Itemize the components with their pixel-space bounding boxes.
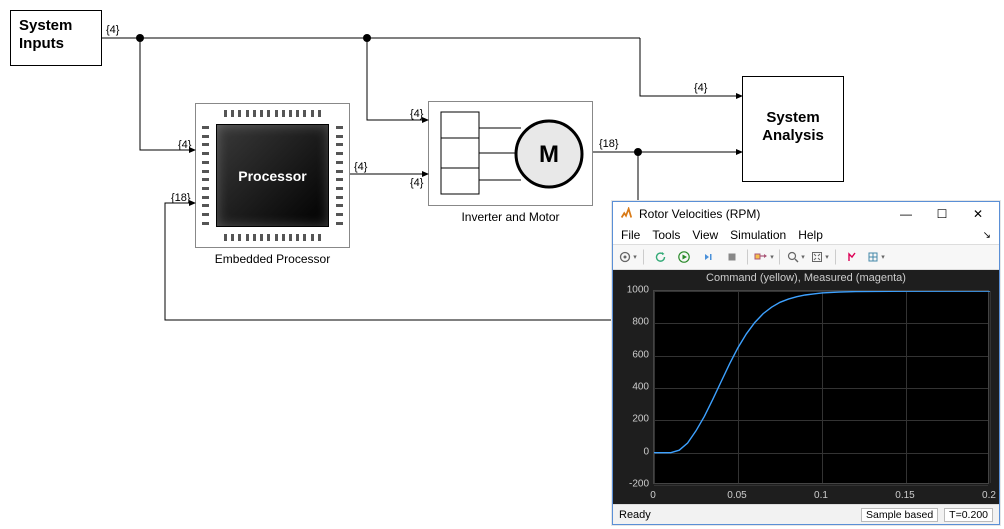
signal-junction — [634, 148, 642, 156]
signal-dim: {18} — [599, 138, 619, 150]
menu-tools[interactable]: Tools — [652, 228, 680, 242]
status-mode: Sample based — [861, 508, 938, 522]
scope-toolbar — [613, 244, 999, 270]
simulink-canvas[interactable]: SystemInputs Processor Embedded Processo… — [0, 0, 1004, 529]
restore-down-icon[interactable]: ↘ — [983, 230, 991, 241]
block-system-inputs[interactable]: SystemInputs — [10, 10, 102, 66]
block-inverter-motor[interactable]: M — [428, 101, 593, 206]
inverter-motor-icon: M — [429, 102, 594, 207]
scope-plot[interactable]: Command (yellow), Measured (magenta) ⤢ -… — [613, 270, 999, 504]
signal-dim: {18} — [171, 192, 191, 204]
chip-label: Processor — [238, 168, 306, 184]
signal-dim: {4} — [354, 161, 367, 173]
signal-dim: {4} — [410, 177, 423, 189]
menu-view[interactable]: View — [692, 228, 718, 242]
status-time: T=0.200 — [944, 508, 993, 522]
signal-junction — [136, 34, 144, 42]
maximize-button[interactable]: ☐ — [927, 204, 957, 224]
step-forward-button[interactable] — [697, 247, 719, 267]
signal-dim: {4} — [106, 24, 119, 36]
highlight-signal-button[interactable] — [753, 247, 775, 267]
svg-text:M: M — [539, 141, 559, 168]
run-button[interactable] — [673, 247, 695, 267]
minimize-button[interactable]: — — [891, 204, 921, 224]
menu-file[interactable]: File — [621, 228, 640, 242]
signal-dim: {4} — [178, 139, 191, 151]
signal-dim: {4} — [410, 108, 423, 120]
block-label: SystemInputs — [11, 11, 101, 59]
signal-dim: {4} — [694, 82, 707, 94]
signal-junction — [363, 34, 371, 42]
scope-title: Rotor Velocities (RPM) — [639, 207, 760, 221]
plot-legend: Command (yellow), Measured (magenta) — [613, 270, 999, 284]
cursor-measure-button[interactable] — [841, 247, 863, 267]
configure-button[interactable] — [617, 247, 639, 267]
scope-statusbar: Ready Sample based T=0.200 — [613, 504, 999, 524]
block-label: SystemAnalysis — [743, 77, 843, 151]
scope-window[interactable]: Rotor Velocities (RPM) — ☐ ✕ File Tools … — [612, 201, 1000, 525]
chip-icon: Processor — [216, 124, 329, 227]
close-button[interactable]: ✕ — [963, 204, 993, 224]
autoscale-button[interactable] — [809, 247, 831, 267]
block-system-analysis[interactable]: SystemAnalysis — [742, 76, 844, 182]
matlab-icon — [619, 207, 633, 221]
scope-titlebar[interactable]: Rotor Velocities (RPM) — ☐ ✕ — [613, 202, 999, 226]
caption-inverter-motor: Inverter and Motor — [428, 210, 593, 224]
caption-embedded-processor: Embedded Processor — [195, 252, 350, 266]
menu-simulation[interactable]: Simulation — [730, 228, 786, 242]
stop-button[interactable] — [721, 247, 743, 267]
block-embedded-processor[interactable]: Processor — [195, 103, 350, 248]
menu-help[interactable]: Help — [798, 228, 823, 242]
zoom-button[interactable] — [785, 247, 807, 267]
scope-menubar: File Tools View Simulation Help ↘ — [613, 226, 999, 244]
status-ready: Ready — [619, 509, 651, 521]
measurements-button[interactable] — [865, 247, 887, 267]
restart-button[interactable] — [649, 247, 671, 267]
